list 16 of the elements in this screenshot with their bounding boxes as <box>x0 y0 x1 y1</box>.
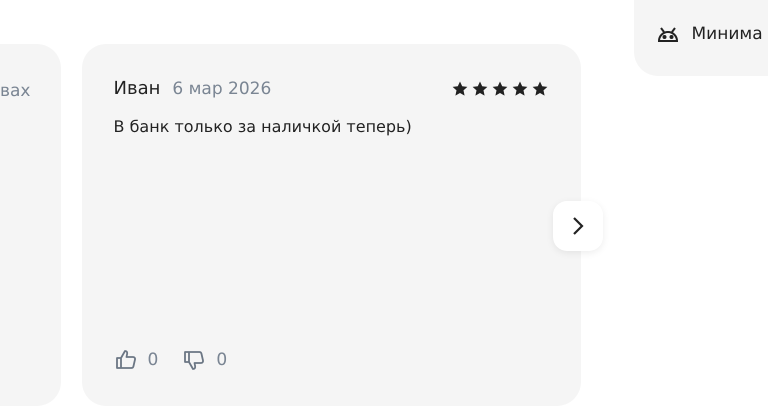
star-icon <box>450 80 468 98</box>
review-text: В банк только за наличкой теперь) <box>114 117 413 136</box>
side-label: Минима <box>692 24 763 44</box>
review-date: 6 мар 2026 <box>172 78 272 98</box>
star-icon <box>510 80 528 98</box>
author-name: Иван <box>114 78 160 99</box>
review-text: вах <box>0 81 30 103</box>
star-icon <box>530 80 548 98</box>
like-count: 0 <box>148 350 158 370</box>
chevron-right-icon <box>571 215 585 237</box>
thumbs-down-icon[interactable] <box>182 348 206 372</box>
thumbs-up-icon[interactable] <box>114 348 138 372</box>
dislike-count: 0 <box>216 350 228 370</box>
star-icon <box>470 80 488 98</box>
next-button[interactable] <box>553 201 603 251</box>
star-icon <box>490 80 508 98</box>
